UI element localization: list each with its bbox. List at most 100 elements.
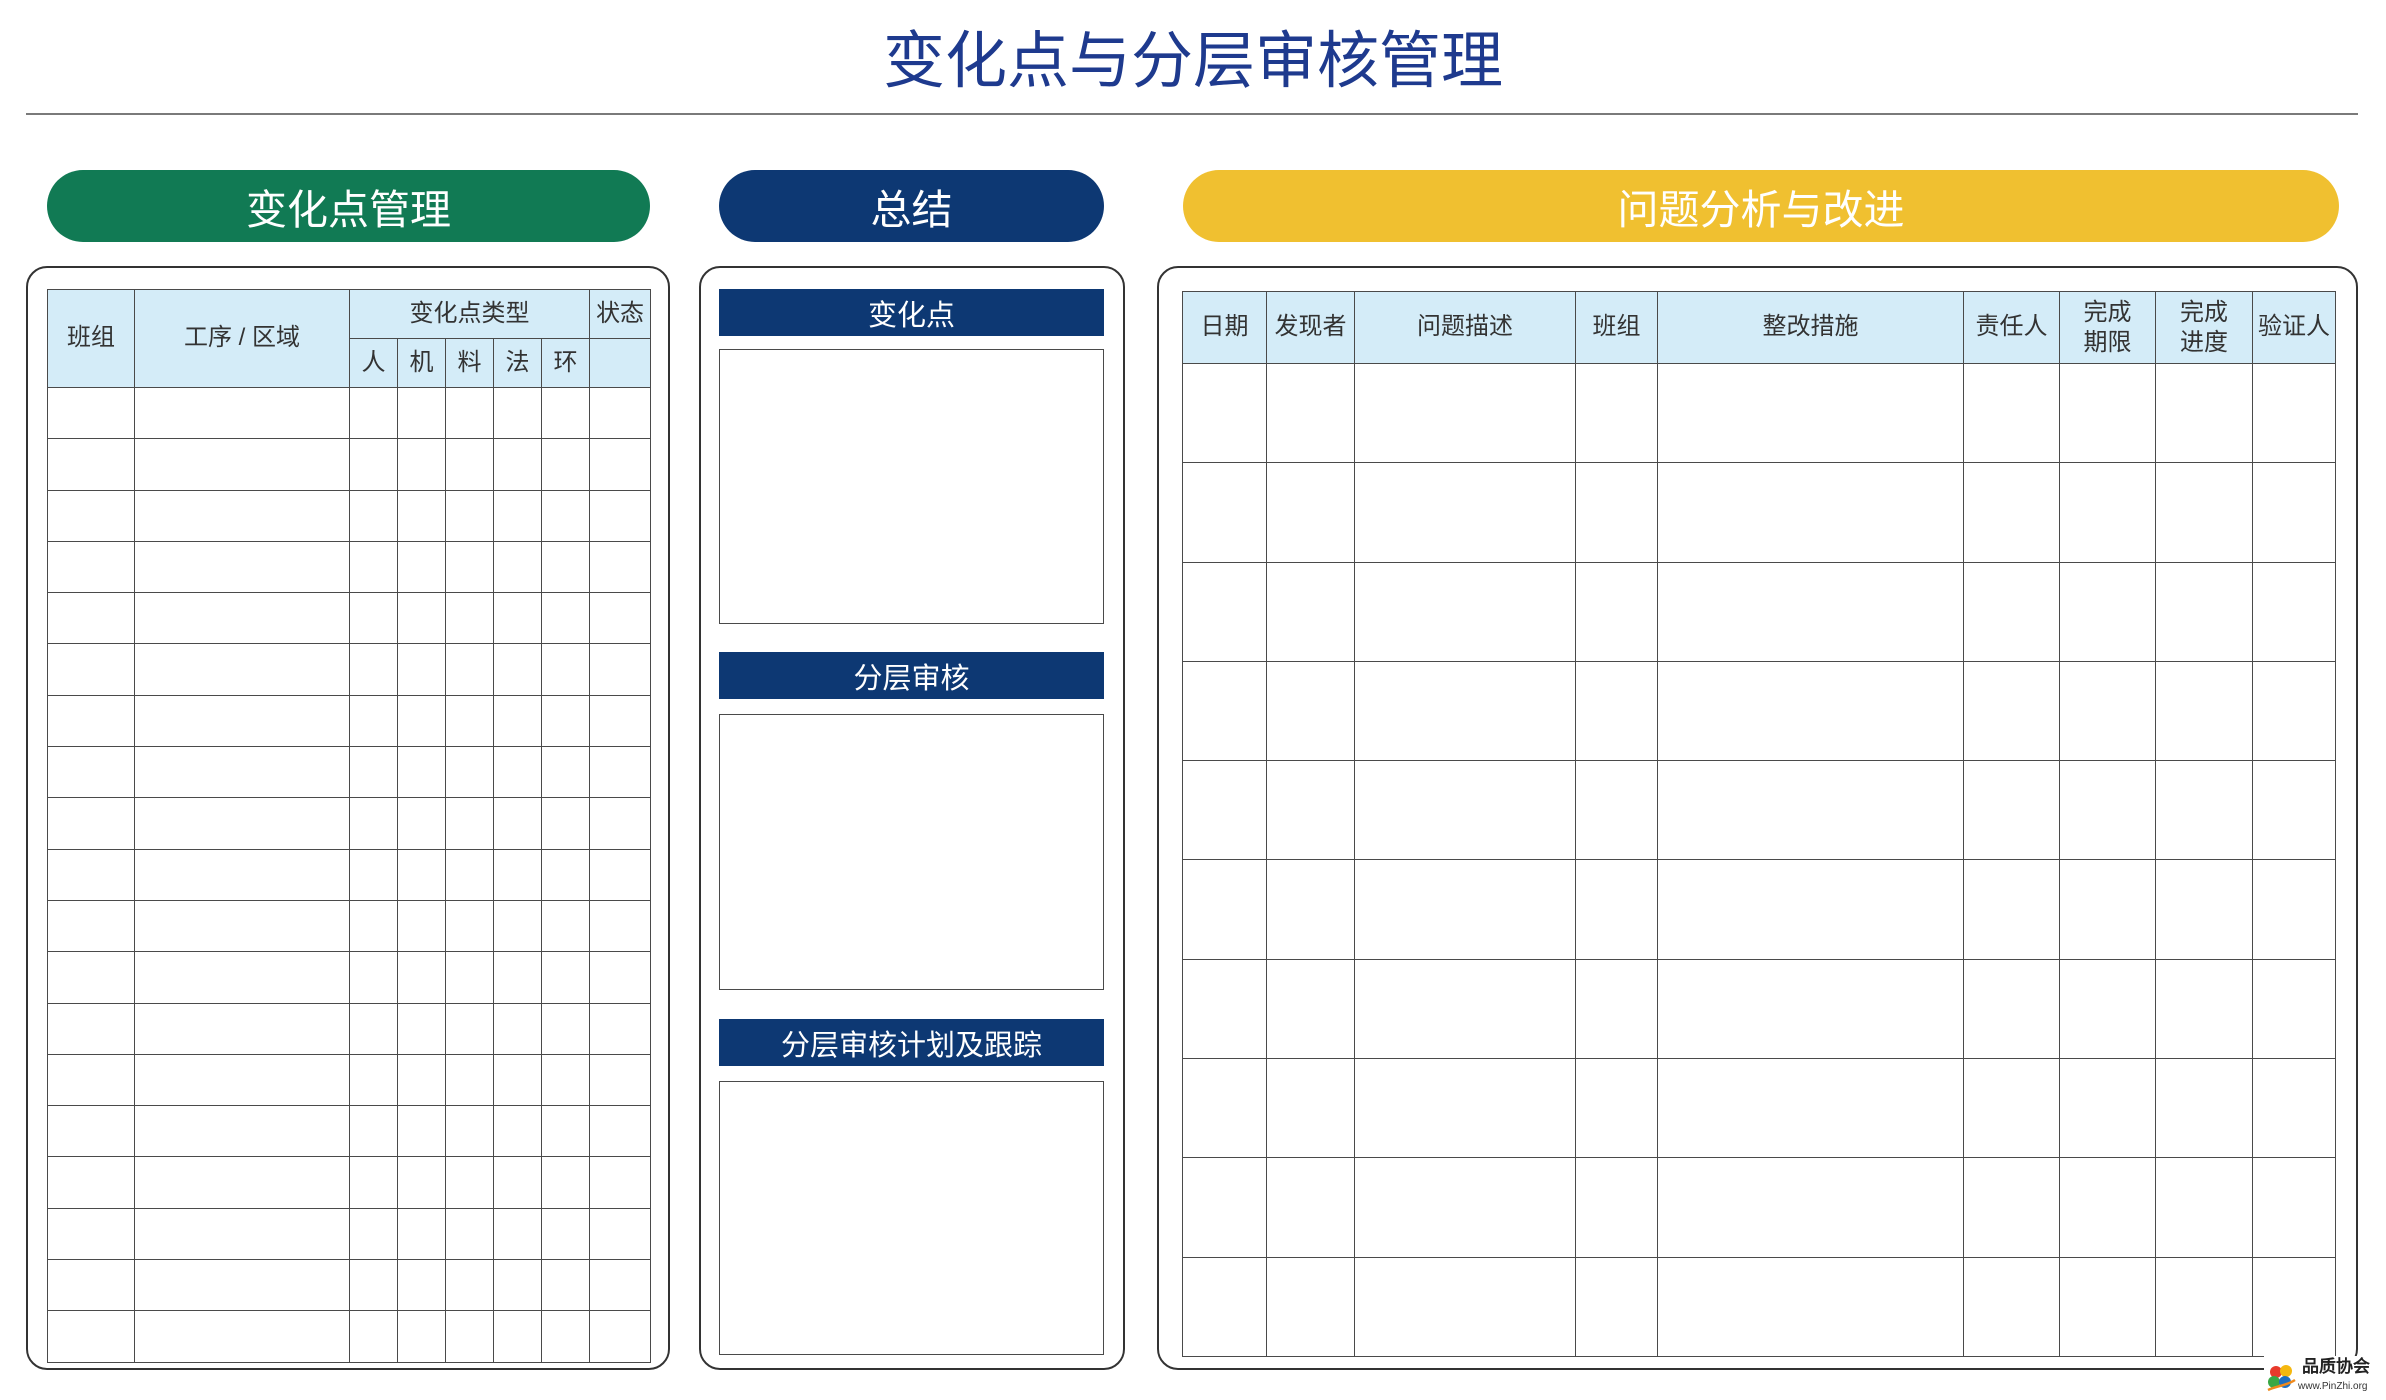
table-row xyxy=(47,386,652,440)
header-progress: 完成进度 xyxy=(2155,291,2253,364)
table-cell xyxy=(349,1207,398,1261)
table-row xyxy=(47,848,652,901)
table-cell xyxy=(540,694,591,748)
change-management-header: 变化点管理 xyxy=(47,170,650,242)
table-cell xyxy=(1575,1157,1658,1258)
header-owner: 责任人 xyxy=(1963,291,2060,364)
table-cell xyxy=(445,1259,494,1312)
table-cell xyxy=(540,1105,591,1158)
table-cell xyxy=(2155,1256,2253,1357)
table-cell xyxy=(1266,760,1355,861)
table-cell xyxy=(2252,1256,2336,1357)
table-cell xyxy=(134,1156,350,1209)
header-change-type: 变化点类型 xyxy=(348,289,591,339)
table-cell xyxy=(397,540,446,594)
table-cell xyxy=(47,1002,135,1055)
table-cell xyxy=(540,386,591,440)
change-management-table: 班组 工序 / 区域 变化点类型 状态 人 机 料 法 环 xyxy=(47,289,652,1363)
table-cell xyxy=(493,592,542,645)
table-cell xyxy=(445,489,494,542)
table-cell xyxy=(1657,859,1964,960)
table-cell xyxy=(397,899,446,953)
table-cell xyxy=(397,1207,446,1261)
table-cell xyxy=(47,386,135,440)
table-cell xyxy=(2155,1157,2253,1258)
table-cell xyxy=(589,592,652,645)
table-cell xyxy=(540,438,591,491)
table-cell xyxy=(1266,362,1355,464)
table-cell xyxy=(1182,760,1267,861)
table-row xyxy=(47,1156,652,1209)
header-due-date-label: 完成期限 xyxy=(2083,298,2132,356)
table-cell xyxy=(445,746,494,799)
table-cell xyxy=(1182,1058,1267,1159)
table-cell xyxy=(1575,859,1658,960)
table-cell xyxy=(540,489,591,542)
table-cell xyxy=(1182,561,1267,662)
table-cell xyxy=(589,489,652,542)
table-cell xyxy=(397,1002,446,1055)
title-divider xyxy=(26,113,2358,115)
table-row xyxy=(47,1259,652,1312)
table-cell xyxy=(397,1310,446,1363)
table-header-row: 班组 工序 / 区域 变化点类型 状态 xyxy=(47,289,652,388)
problem-analysis-table-body xyxy=(1182,362,2336,1357)
table-row xyxy=(47,489,652,542)
table-cell xyxy=(397,438,446,491)
summary-audit-plan-bar: 分层审核计划及跟踪 xyxy=(719,1019,1104,1066)
table-cell xyxy=(134,438,350,491)
page-title: 变化点与分层审核管理 xyxy=(882,27,1503,96)
table-cell xyxy=(134,797,350,850)
table-cell xyxy=(47,951,135,1004)
table-cell xyxy=(540,592,591,645)
table-row xyxy=(47,1310,652,1363)
table-cell xyxy=(1266,1157,1355,1258)
table-cell xyxy=(1575,561,1658,662)
table-cell xyxy=(589,1207,652,1261)
table-header-row: 日期 发现者 问题描述 班组 整改措施 责任人 完成期限 完成进度 验证人 xyxy=(1182,291,2336,364)
header-due-date: 完成期限 xyxy=(2059,291,2156,364)
table-cell xyxy=(540,540,591,594)
table-cell xyxy=(1657,958,1964,1060)
problem-analysis-header: 问题分析与改进 xyxy=(1183,170,2339,242)
table-cell xyxy=(493,899,542,953)
table-cell xyxy=(540,797,591,850)
table-row xyxy=(47,438,652,491)
table-cell xyxy=(397,386,446,440)
table-cell xyxy=(1963,660,2060,762)
table-cell xyxy=(1354,859,1576,960)
table-cell xyxy=(493,540,542,594)
table-cell xyxy=(1266,859,1355,960)
table-cell xyxy=(2155,462,2253,563)
table-cell xyxy=(349,1259,398,1312)
table-cell xyxy=(349,643,398,696)
table-cell xyxy=(349,1002,398,1055)
table-cell xyxy=(1182,1256,1267,1357)
table-row xyxy=(1182,362,2336,464)
table-cell xyxy=(47,797,135,850)
table-cell xyxy=(540,951,591,1004)
table-cell xyxy=(1266,462,1355,563)
table-cell xyxy=(397,1053,446,1107)
table-cell xyxy=(1266,958,1355,1060)
table-cell xyxy=(493,1156,542,1209)
pinzhi-logo: 品质协会 www.PinZhi.org xyxy=(2264,1356,2382,1396)
table-cell xyxy=(445,438,494,491)
table-cell xyxy=(134,1002,350,1055)
table-cell xyxy=(445,899,494,953)
table-cell xyxy=(540,1002,591,1055)
table-cell xyxy=(589,1053,652,1107)
table-cell xyxy=(1963,958,2060,1060)
table-cell xyxy=(47,1259,135,1312)
table-cell xyxy=(1963,859,2060,960)
table-cell xyxy=(540,899,591,953)
header-status-blank xyxy=(589,338,652,388)
header-problem-description: 问题描述 xyxy=(1354,291,1576,364)
table-cell xyxy=(349,1053,398,1107)
table-cell xyxy=(1266,1256,1355,1357)
table-cell xyxy=(589,797,652,850)
table-cell xyxy=(349,899,398,953)
table-cell xyxy=(589,746,652,799)
table-cell xyxy=(2059,561,2156,662)
table-cell xyxy=(1182,462,1267,563)
